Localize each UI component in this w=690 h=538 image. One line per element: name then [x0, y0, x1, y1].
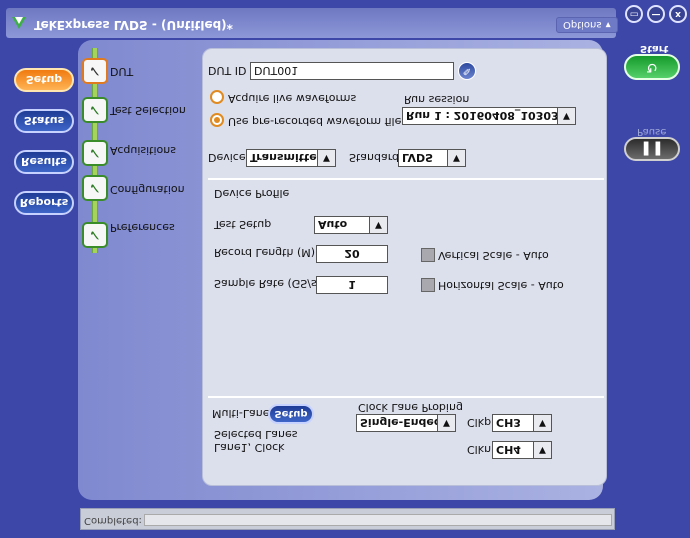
vertical-scale-auto-label: Vertical Scale - Auto [438, 249, 549, 262]
device-value: Transmitter [250, 151, 323, 165]
chevron-down-icon: ▼ [437, 415, 455, 431]
chevron-down-icon: ▼ [533, 415, 551, 431]
chevron-down-icon: ▼ [317, 150, 335, 166]
clkn-select[interactable]: CH4 ▼ [492, 441, 552, 459]
triangle-down-icon: ▾ [605, 19, 611, 31]
restore-icon[interactable]: ▭ [625, 5, 643, 23]
sample-rate-label: Sample Rate (GS/s) [214, 277, 321, 290]
test-setup-value: Auto [318, 218, 348, 232]
step-acquisitions-label[interactable]: Acquisitions [110, 144, 176, 157]
step-test-selection-check-icon[interactable]: ✓ [82, 97, 108, 123]
multi-lane-setup-button[interactable]: Setup [268, 404, 314, 424]
horizontal-scale-auto-checkbox[interactable] [421, 278, 435, 292]
multi-lane-label: Multi-Lane [212, 407, 270, 420]
run-session-value: Run 1 : 20160408_103032 [406, 109, 567, 123]
section-divider [208, 178, 604, 180]
close-icon[interactable]: x [669, 5, 687, 23]
tek-logo-icon [10, 13, 28, 33]
step-test-selection-label[interactable]: Test Selection [110, 104, 186, 117]
chevron-down-icon: ▼ [447, 150, 465, 166]
test-setup-select[interactable]: Auto ▼ [314, 216, 388, 234]
flipped-canvas: Completed: ✓ Preferences ✓ Configuration… [0, 0, 690, 538]
clkp-value: CH3 [496, 416, 521, 430]
step-preferences-check-icon[interactable]: ✓ [82, 222, 108, 248]
chevron-down-icon: ▼ [533, 442, 551, 458]
chevron-down-icon: ▼ [369, 217, 387, 233]
record-length-input[interactable]: 20 [316, 245, 388, 263]
run-session-select[interactable]: Run 1 : 20160408_103032 ▼ [402, 107, 576, 125]
dut-id-input[interactable]: DUT001 [250, 62, 454, 80]
clock-lane-probing-label: Clock Lane Probing [358, 401, 463, 414]
vertical-scale-auto-checkbox[interactable] [421, 248, 435, 262]
standard-value: LVDS [402, 151, 434, 165]
run-session-label: Run session [404, 93, 470, 106]
dut-id-label: DUT ID [208, 64, 247, 77]
use-prerecorded-radio[interactable] [210, 113, 224, 127]
pause-button[interactable]: ❚❚ [624, 137, 680, 161]
step-preferences-label[interactable]: Preferences [110, 221, 175, 234]
standard-label: Standard [349, 151, 400, 164]
clkn-value: CH4 [496, 443, 521, 457]
device-profile-heading: Device Profile [214, 187, 290, 200]
clkp-select[interactable]: CH3 ▼ [492, 414, 552, 432]
minimize-icon[interactable]: — [647, 5, 665, 23]
step-configuration-check-icon[interactable]: ✓ [82, 175, 108, 201]
setup-button[interactable]: Setup [14, 68, 74, 92]
completed-label: Completed: [84, 515, 142, 526]
use-prerecorded-label[interactable]: Use pre-recorded waveform files [228, 115, 407, 128]
step-configuration-label[interactable]: Configuration [110, 183, 185, 196]
test-setup-label: Test Setup [214, 218, 272, 231]
options-label: Options [563, 19, 602, 31]
standard-select[interactable]: LVDS ▼ [398, 149, 466, 167]
selected-lanes-label: Selected Lanes [214, 428, 298, 441]
results-button[interactable]: Results [14, 150, 74, 174]
clock-lane-probing-value: Single-Ended [360, 416, 442, 430]
clock-lane-probing-select[interactable]: Single-Ended ▼ [356, 414, 456, 432]
pause-icon: ❚❚ [640, 141, 664, 157]
progress-bar [144, 514, 612, 526]
record-length-label: Record Length (M) [214, 246, 316, 259]
app-title: TekExpress LVDS - (Untitled)* [34, 18, 233, 32]
step-dut-icon[interactable]: ✓ [82, 58, 108, 84]
clkn-label: Clkn [467, 443, 492, 456]
pause-label: Pause [637, 126, 667, 137]
step-acquisitions-check-icon[interactable]: ✓ [82, 140, 108, 166]
start-icon: ↻ [646, 59, 658, 75]
chevron-down-icon: ▼ [557, 108, 575, 124]
start-button[interactable]: ↻ [624, 54, 680, 80]
start-label: Start [640, 43, 669, 54]
options-button[interactable]: Options ▾ [556, 17, 618, 33]
reports-button[interactable]: Reports [14, 191, 74, 215]
sample-rate-input[interactable]: 1 [316, 276, 388, 294]
acquire-live-label[interactable]: Acquire live waveforms [228, 92, 356, 105]
status-button[interactable]: Status [14, 109, 74, 133]
device-select[interactable]: Transmitter ▼ [246, 149, 336, 167]
step-dut-label[interactable]: DUT [110, 65, 133, 78]
section-divider [208, 396, 604, 398]
edit-pencil-icon[interactable]: ✎ [458, 62, 476, 80]
selected-lanes-value: Lane1, Clock [214, 441, 285, 454]
horizontal-scale-auto-label: Horizontal Scale - Auto [438, 279, 564, 292]
acquire-live-radio[interactable] [210, 90, 224, 104]
app-window: Completed: ✓ Preferences ✓ Configuration… [0, 0, 690, 538]
device-label: Device [208, 151, 246, 164]
clkp-label: Clkp [467, 416, 492, 429]
